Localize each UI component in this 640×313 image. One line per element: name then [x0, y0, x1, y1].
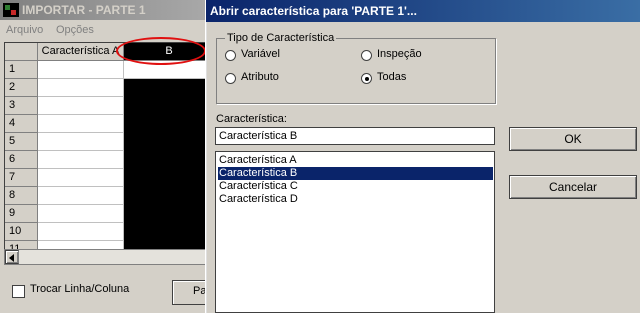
- tipo-caracteristica-group: Tipo de Característica Variável Inspeção…: [216, 32, 496, 104]
- caracteristica-input[interactable]: Característica B: [215, 127, 495, 145]
- selected-column-b[interactable]: [124, 79, 207, 249]
- radio-variavel[interactable]: [225, 50, 236, 61]
- importar-title-bar[interactable]: IMPORTAR - PARTE 1: [0, 0, 205, 20]
- grid-cell[interactable]: [38, 133, 124, 151]
- menu-arquivo[interactable]: Arquivo: [6, 24, 43, 36]
- dialog-title-bar[interactable]: Abrir característica para 'PARTE 1'...: [206, 0, 640, 22]
- caracteristica-list[interactable]: Característica A Característica B Caract…: [215, 151, 495, 313]
- column-header-a[interactable]: Característica A: [38, 43, 124, 61]
- radio-todas[interactable]: [361, 73, 372, 84]
- column-header-b[interactable]: B: [124, 43, 207, 61]
- list-item[interactable]: Característica C: [218, 180, 493, 193]
- cancel-button[interactable]: Cancelar: [509, 175, 637, 199]
- grid-cell[interactable]: [38, 169, 124, 187]
- row-header[interactable]: 6: [5, 151, 38, 169]
- row-header[interactable]: 5: [5, 133, 38, 151]
- row-header[interactable]: 9: [5, 205, 38, 223]
- row-header[interactable]: 10: [5, 223, 38, 241]
- scroll-left-icon[interactable]: [5, 250, 19, 264]
- list-item[interactable]: Característica D: [218, 193, 493, 206]
- ok-button[interactable]: OK: [509, 127, 637, 151]
- list-item-selected[interactable]: Característica B: [218, 167, 493, 180]
- group-label: Tipo de Característica: [225, 32, 337, 44]
- grid-cell[interactable]: [38, 115, 124, 133]
- radio-variavel-label[interactable]: Variável: [241, 48, 280, 60]
- row-header[interactable]: 1: [5, 61, 38, 79]
- importar-title: IMPORTAR - PARTE 1: [22, 3, 146, 17]
- trocar-checkbox-label: Trocar Linha/Coluna: [30, 283, 130, 295]
- row-header[interactable]: 2: [5, 79, 38, 97]
- radio-atributo-label[interactable]: Atributo: [241, 71, 279, 83]
- menu-bar: Arquivo Opções: [0, 22, 205, 40]
- grid-cell-active[interactable]: [124, 61, 207, 79]
- radio-atributo[interactable]: [225, 73, 236, 84]
- horizontal-scrollbar[interactable]: [4, 249, 206, 265]
- data-grid[interactable]: Característica A B 1 2 3 4 5 6 7 8 9 10 …: [4, 42, 208, 250]
- row-header[interactable]: 4: [5, 115, 38, 133]
- grid-cell[interactable]: [38, 205, 124, 223]
- row-header[interactable]: 8: [5, 187, 38, 205]
- grid-cell[interactable]: [38, 79, 124, 97]
- app-icon: [3, 3, 19, 17]
- list-item[interactable]: Característica A: [218, 154, 493, 167]
- open-characteristic-dialog: Abrir característica para 'PARTE 1'... T…: [205, 0, 640, 313]
- menu-opcoes[interactable]: Opções: [56, 24, 94, 36]
- grid-corner[interactable]: [5, 43, 38, 61]
- trocar-checkbox[interactable]: [12, 285, 25, 298]
- caracteristica-label: Característica:: [216, 113, 287, 125]
- row-header[interactable]: 7: [5, 169, 38, 187]
- grid-cell[interactable]: [38, 97, 124, 115]
- radio-inspecao[interactable]: [361, 50, 372, 61]
- row-header[interactable]: 3: [5, 97, 38, 115]
- radio-todas-label[interactable]: Todas: [377, 71, 406, 83]
- grid-cell[interactable]: [38, 61, 124, 79]
- grid-cell[interactable]: [38, 187, 124, 205]
- dialog-title: Abrir característica para 'PARTE 1'...: [210, 4, 417, 18]
- grid-cell[interactable]: [38, 151, 124, 169]
- radio-inspecao-label[interactable]: Inspeção: [377, 48, 422, 60]
- grid-cell[interactable]: [38, 223, 124, 241]
